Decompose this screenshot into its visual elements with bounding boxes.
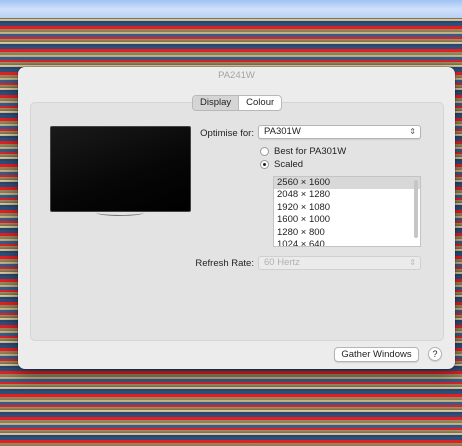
radio-scaled-label: Scaled: [274, 159, 304, 170]
up-down-chevron-icon: ⇕: [409, 258, 416, 267]
refresh-value: 60 Hertz: [264, 257, 300, 268]
list-item[interactable]: 2048 × 1280: [274, 189, 420, 201]
radio-button-icon: [260, 147, 269, 156]
list-item[interactable]: 2560 × 1600: [274, 177, 420, 190]
list-item[interactable]: 1600 × 1000: [274, 214, 420, 226]
radio-scaled[interactable]: Scaled: [260, 159, 303, 170]
tab-bar: Display Colour: [192, 95, 283, 111]
optimise-select[interactable]: PA301W ⇕: [258, 125, 421, 139]
list-item[interactable]: 1024 × 640: [274, 239, 420, 246]
gather-windows-button[interactable]: Gather Windows: [334, 347, 419, 362]
display-preferences-window: PA241W Display Colour Optimise for: PA30…: [18, 67, 455, 369]
optimise-value: PA301W: [264, 126, 301, 137]
list-scrollbar[interactable]: [414, 180, 418, 238]
resolution-list[interactable]: 2560 × 1600 2048 × 1280 1920 × 1080 1600…: [273, 176, 421, 247]
monitor-stand: [96, 209, 144, 216]
window-title: PA241W: [218, 70, 255, 81]
radio-best[interactable]: Best for PA301W: [260, 146, 346, 157]
desktop-sky: [0, 0, 462, 18]
tab-colour[interactable]: Colour: [238, 96, 281, 110]
tab-display[interactable]: Display: [193, 96, 239, 110]
refresh-select[interactable]: 60 Hertz ⇕: [258, 256, 421, 270]
up-down-chevron-icon: ⇕: [409, 127, 416, 136]
list-item[interactable]: 1280 × 800: [274, 227, 420, 239]
help-button[interactable]: ?: [428, 347, 442, 361]
list-item[interactable]: 1920 × 1080: [274, 202, 420, 214]
radio-best-label: Best for PA301W: [274, 146, 347, 157]
radio-button-selected-icon: [260, 160, 269, 169]
refresh-label: Refresh Rate:: [195, 258, 254, 269]
optimise-label: Optimise for:: [200, 128, 254, 139]
